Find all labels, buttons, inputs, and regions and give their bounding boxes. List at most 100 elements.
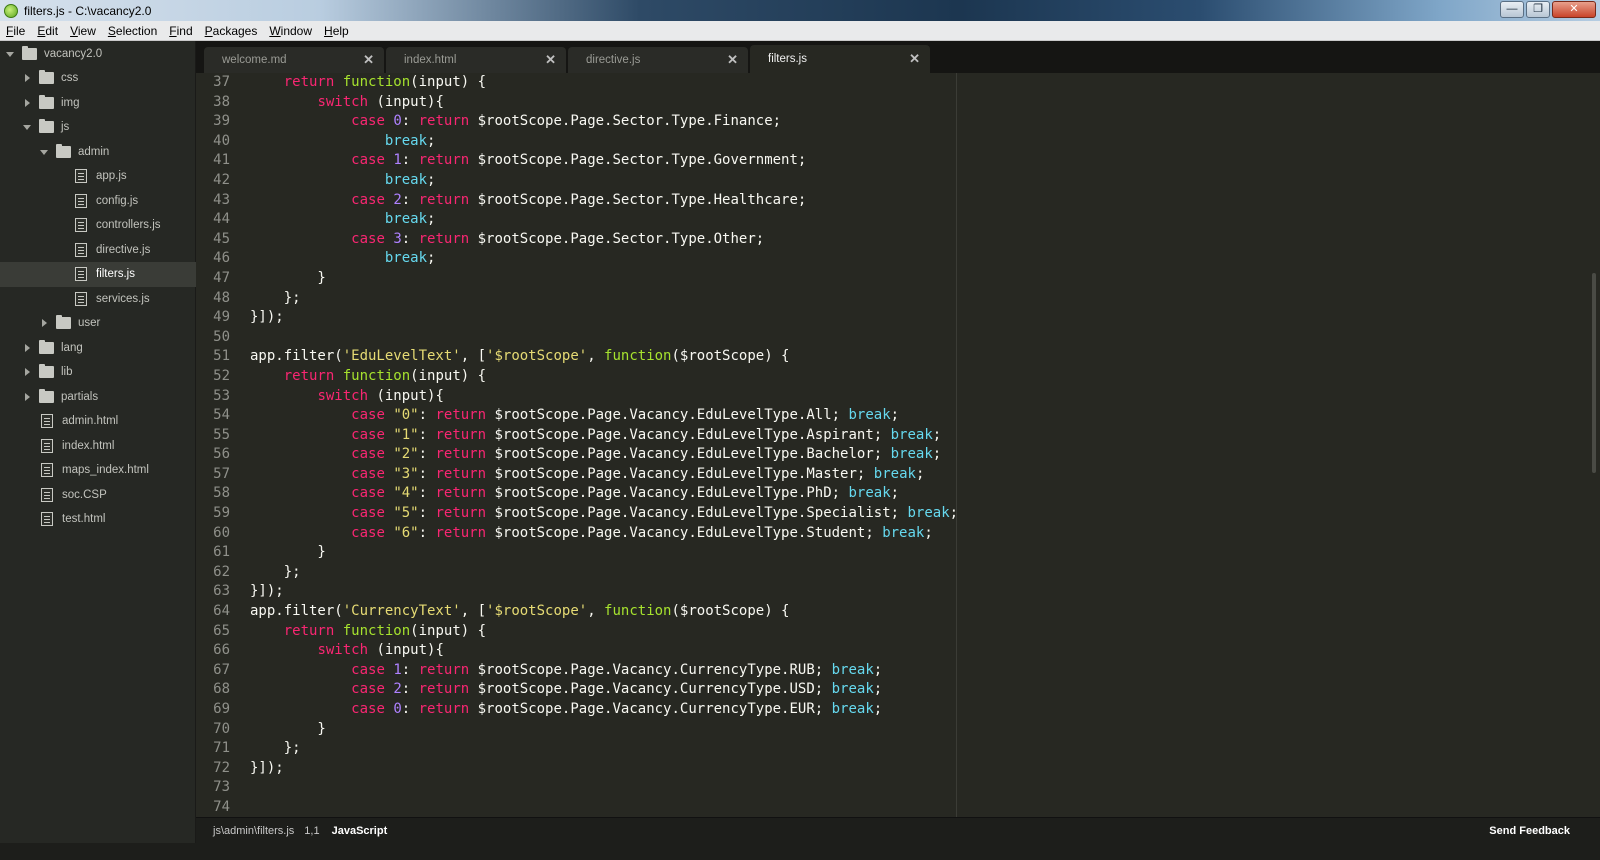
code-line[interactable]: case 1: return $rootScope.Page.Sector.Ty… — [250, 151, 958, 171]
tree-file-directive-js[interactable]: directive.js — [0, 237, 196, 262]
menu-help[interactable]: Help — [318, 24, 355, 38]
code-line[interactable]: case "1": return $rootScope.Page.Vacancy… — [250, 426, 958, 446]
line-number: 57 — [213, 465, 230, 482]
tree-folder-vacancy2-0[interactable]: vacancy2.0 — [0, 41, 196, 66]
code-editor[interactable]: 37 38 39 40 41 42 43 44 45 46 47 48 49 50 51 52 53 54 55 56… — [196, 73, 1600, 817]
chevron-right-icon[interactable] — [23, 98, 33, 108]
tree-folder-admin[interactable]: admin — [0, 139, 196, 164]
minimize-button[interactable]: — — [1500, 1, 1524, 18]
close-icon[interactable]: ✕ — [363, 52, 374, 68]
code-line[interactable]: case "3": return $rootScope.Page.Vacancy… — [250, 465, 958, 485]
code-token: return — [435, 407, 487, 424]
code-line[interactable]: } — [250, 543, 958, 563]
code-line[interactable]: } — [250, 269, 958, 289]
code-line[interactable]: case 1: return $rootScope.Page.Vacancy.C… — [250, 661, 958, 681]
tree-file-index-html[interactable]: index.html — [0, 433, 196, 458]
code-line[interactable] — [250, 328, 958, 348]
status-syntax-mode[interactable]: JavaScript — [332, 825, 388, 837]
menu-selection[interactable]: Selection — [102, 24, 163, 38]
menu-edit[interactable]: Edit — [31, 24, 64, 38]
code-line[interactable]: case "2": return $rootScope.Page.Vacancy… — [250, 445, 958, 465]
chevron-down-icon[interactable] — [6, 49, 16, 59]
send-feedback-button[interactable]: Send Feedback — [1489, 825, 1570, 837]
close-window-button[interactable]: ✕ — [1552, 1, 1596, 18]
code-line[interactable]: }]); — [250, 308, 958, 328]
code-line[interactable]: case "4": return $rootScope.Page.Vacancy… — [250, 484, 958, 504]
code-line[interactable]: case "5": return $rootScope.Page.Vacancy… — [250, 504, 958, 524]
code-token: "4" — [393, 485, 419, 502]
menu-packages[interactable]: Packages — [199, 24, 264, 38]
code-line[interactable]: case 0: return $rootScope.Page.Vacancy.C… — [250, 700, 958, 720]
tree-folder-lang[interactable]: lang — [0, 335, 196, 360]
maximize-button[interactable]: ❐ — [1526, 1, 1550, 18]
tree-folder-js[interactable]: js — [0, 115, 196, 140]
tree-file-app-js[interactable]: app.js — [0, 164, 196, 189]
code-line[interactable]: case "0": return $rootScope.Page.Vacancy… — [250, 406, 958, 426]
tab-welcome-md[interactable]: welcome.md ✕ — [204, 47, 384, 73]
chevron-down-icon[interactable] — [23, 122, 33, 132]
chevron-right-icon[interactable] — [23, 343, 33, 353]
code-line[interactable] — [250, 798, 958, 817]
code-line[interactable]: break; — [250, 132, 958, 152]
tab-index-html[interactable]: index.html ✕ — [386, 47, 566, 73]
code-line[interactable]: }; — [250, 739, 958, 759]
tab-directive-js[interactable]: directive.js ✕ — [568, 47, 748, 73]
tree-folder-css[interactable]: css — [0, 66, 196, 91]
menu-file[interactable]: File — [0, 24, 31, 38]
tree-file-soc-csp[interactable]: soc.CSP — [0, 482, 196, 507]
menu-find[interactable]: Find — [163, 24, 198, 38]
tree-folder-img[interactable]: img — [0, 90, 196, 115]
code-line[interactable]: case 2: return $rootScope.Page.Sector.Ty… — [250, 191, 958, 211]
code-line[interactable]: switch (input){ — [250, 387, 958, 407]
code-line[interactable]: switch (input){ — [250, 641, 958, 661]
close-icon[interactable]: ✕ — [909, 51, 920, 67]
tree-file-controllers-js[interactable]: controllers.js — [0, 213, 196, 238]
code-line[interactable] — [250, 778, 958, 798]
code-line[interactable]: return function(input) { — [250, 73, 958, 93]
menu-view[interactable]: View — [64, 24, 102, 38]
chevron-right-icon[interactable] — [23, 73, 33, 83]
menu-window[interactable]: Window — [263, 24, 318, 38]
code-line[interactable]: break; — [250, 210, 958, 230]
tree-file-admin-html[interactable]: admin.html — [0, 409, 196, 434]
chevron-right-icon[interactable] — [23, 367, 33, 377]
tree-folder-lib[interactable]: lib — [0, 360, 196, 385]
code-line[interactable]: app.filter('CurrencyText', ['$rootScope'… — [250, 602, 958, 622]
scrollbar-thumb[interactable] — [1592, 273, 1596, 473]
code-line[interactable]: app.filter('EduLevelText', ['$rootScope'… — [250, 347, 958, 367]
tree-file-config-js[interactable]: config.js — [0, 188, 196, 213]
tree-file-maps-index-html[interactable]: maps_index.html — [0, 458, 196, 483]
chevron-right-icon[interactable] — [23, 392, 33, 402]
code-token: (input){ — [368, 93, 444, 110]
code-line[interactable]: return function(input) { — [250, 367, 958, 387]
status-cursor-position[interactable]: 1,1 — [304, 825, 319, 837]
tree-folder-partials[interactable]: partials — [0, 384, 196, 409]
code-line[interactable]: break; — [250, 249, 958, 269]
code-line[interactable]: case 0: return $rootScope.Page.Sector.Ty… — [250, 112, 958, 132]
code-line[interactable]: case "6": return $rootScope.Page.Vacancy… — [250, 524, 958, 544]
tree-file-filters-js[interactable]: filters.js — [0, 261, 196, 287]
chevron-down-icon[interactable] — [40, 147, 50, 157]
chevron-right-icon[interactable] — [40, 318, 50, 328]
code-token: return — [435, 485, 487, 502]
status-file-path[interactable]: js\admin\filters.js — [213, 825, 294, 837]
code-area[interactable]: return function(input) { switch (input){… — [250, 73, 958, 817]
code-line[interactable]: }; — [250, 289, 958, 309]
close-icon[interactable]: ✕ — [545, 52, 556, 68]
code-line[interactable]: case 2: return $rootScope.Page.Vacancy.C… — [250, 680, 958, 700]
code-token: break — [831, 661, 874, 678]
tree-file-services-js[interactable]: services.js — [0, 286, 196, 311]
code-line[interactable]: case 3: return $rootScope.Page.Sector.Ty… — [250, 230, 958, 250]
code-line[interactable]: switch (input){ — [250, 93, 958, 113]
close-icon[interactable]: ✕ — [727, 52, 738, 68]
line-number: 51 — [213, 348, 230, 365]
code-line[interactable]: }]); — [250, 759, 958, 779]
tab-filters-js[interactable]: filters.js ✕ — [750, 45, 930, 73]
code-line[interactable]: }]); — [250, 582, 958, 602]
code-line[interactable]: return function(input) { — [250, 622, 958, 642]
code-line[interactable]: }; — [250, 563, 958, 583]
code-line[interactable]: } — [250, 720, 958, 740]
tree-file-test-html[interactable]: test.html — [0, 507, 196, 532]
code-line[interactable]: break; — [250, 171, 958, 191]
tree-folder-user[interactable]: user — [0, 311, 196, 336]
